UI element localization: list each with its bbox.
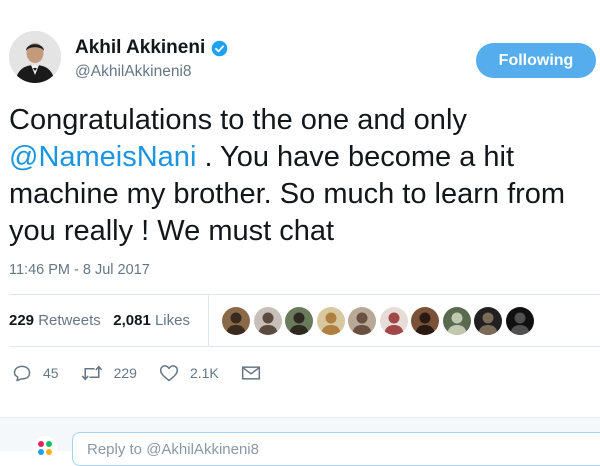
following-button[interactable]: Following (476, 43, 596, 78)
liker-avatar[interactable] (348, 307, 376, 335)
retweets-stat[interactable]: 229 Retweets (9, 312, 101, 329)
author-handle[interactable]: @AkhilAkkineni8 (75, 63, 192, 81)
stats-separator (208, 294, 209, 346)
stats-top-divider (9, 294, 600, 295)
liker-avatar[interactable] (379, 307, 408, 335)
liker-photo (411, 307, 439, 335)
liker-avatar[interactable] (505, 307, 534, 335)
liker-photo (379, 307, 408, 335)
author-avatar[interactable] (9, 31, 61, 83)
liker-avatar[interactable] (442, 307, 471, 335)
tweet-actions: 45 229 2.1K (12, 362, 294, 384)
liker-photo (253, 307, 282, 335)
like-action[interactable]: 2.1K (159, 363, 219, 383)
likes-count: 2,081 (113, 312, 151, 329)
stats-bottom-divider (9, 346, 600, 347)
liker-photo (316, 307, 345, 335)
reply-input[interactable]: Reply to @AkhilAkkineni8 (72, 432, 600, 466)
avatar-photo (9, 31, 61, 83)
author-name-row: Akhil Akkineni (75, 37, 228, 59)
mention-link[interactable]: @NameisNani (9, 141, 196, 173)
liker-avatar[interactable] (253, 307, 282, 335)
like-count: 2.1K (189, 365, 219, 381)
retweets-label: Retweets (38, 312, 101, 329)
envelope-icon (241, 366, 260, 380)
author-name[interactable]: Akhil Akkineni (75, 37, 205, 59)
reply-icon (13, 365, 31, 382)
liker-photo (505, 307, 534, 335)
likes-stat[interactable]: 2,081 Likes (113, 312, 190, 329)
liker-avatar[interactable] (316, 307, 345, 335)
retweet-action[interactable]: 229 (81, 363, 137, 383)
liker-photo (348, 307, 376, 335)
tweet-line: machine my brother. So much to learn fro… (9, 178, 566, 210)
retweets-count: 229 (9, 312, 35, 329)
verified-badge-icon (211, 40, 228, 56)
tweet-line: you really ! We must chat (9, 215, 335, 247)
reply-count: 45 (43, 365, 59, 381)
user-avatar-icon[interactable] (32, 435, 58, 461)
reply-action[interactable]: 45 (12, 363, 59, 383)
liker-photo (474, 307, 502, 335)
liker-avatar[interactable] (222, 307, 250, 335)
retweet-count: 229 (113, 365, 137, 381)
tweet-line: Congratulations to the one and only (9, 104, 467, 136)
liker-photo (222, 307, 250, 335)
liker-photo (442, 307, 471, 335)
tweet-line-text: . You have become a hit (196, 141, 515, 173)
liker-avatars (222, 307, 534, 335)
liker-photo (285, 307, 313, 335)
heart-icon (159, 365, 179, 382)
retweet-icon (81, 365, 102, 381)
liker-avatar[interactable] (474, 307, 502, 335)
engagement-stats: 229 Retweets 2,081 Likes (9, 312, 190, 329)
likes-label: Likes (154, 312, 190, 329)
tweet-line: @NameisNani . You have become a hit (9, 139, 599, 176)
direct-message-action[interactable] (241, 364, 272, 382)
liker-avatar[interactable] (285, 307, 313, 335)
liker-avatar[interactable] (411, 307, 439, 335)
tweet-timestamp[interactable]: 11:46 PM - 8 Jul 2017 (9, 262, 150, 278)
tweet-text: Congratulations to the one and only @Nam… (9, 102, 599, 250)
